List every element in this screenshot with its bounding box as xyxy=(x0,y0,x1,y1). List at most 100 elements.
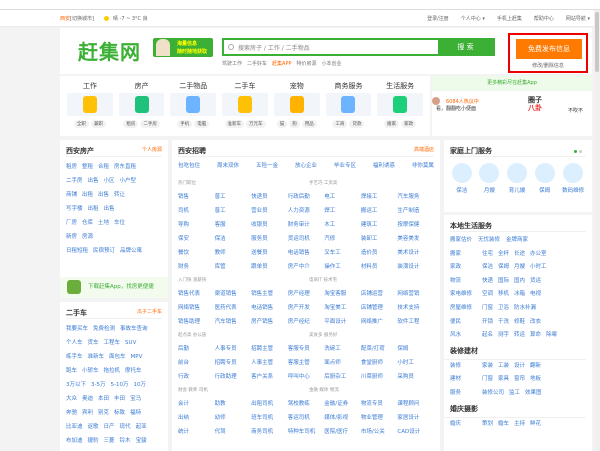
link[interactable]: 我要买车 xyxy=(66,326,88,332)
job-link[interactable]: 面点师 xyxy=(324,356,361,370)
link[interactable]: 出租 xyxy=(82,192,93,198)
job-link[interactable]: 汽车服务 xyxy=(397,190,434,204)
job-link[interactable]: 电工 xyxy=(324,190,361,204)
job-link[interactable]: 装潢设计 xyxy=(397,260,434,274)
link[interactable]: 小户型 xyxy=(120,178,137,184)
link[interactable]: MPV xyxy=(131,354,143,360)
service-category[interactable]: 建材 xyxy=(450,373,482,387)
link[interactable]: 布加迪 xyxy=(66,438,83,444)
link[interactable]: 别克 xyxy=(98,410,109,416)
job-link[interactable]: 淘宝客服 xyxy=(324,287,361,301)
job-link[interactable]: CAD设计 xyxy=(397,425,434,439)
job-link[interactable]: 房产经理 xyxy=(288,287,325,301)
job-link[interactable]: 电话销售 xyxy=(251,301,288,315)
link[interactable]: 转让 xyxy=(114,192,125,198)
job-link[interactable]: 医药代表 xyxy=(215,301,252,315)
job-link[interactable]: 平面设计 xyxy=(324,315,361,329)
link[interactable]: 仓库 xyxy=(82,220,93,226)
service-category[interactable]: 物流 xyxy=(450,275,482,289)
link[interactable]: 练手车 xyxy=(66,354,83,360)
service-link[interactable]: 货运 xyxy=(530,278,541,284)
service-link[interactable]: 保姆 xyxy=(498,264,509,270)
life-top-link[interactable]: 无忧装修 xyxy=(478,237,500,243)
service-link[interactable]: 住宅 xyxy=(482,251,493,257)
category-sub-link[interactable]: 兼职 xyxy=(90,120,106,128)
link[interactable]: 免费检测 xyxy=(93,326,115,332)
link[interactable]: 合租 xyxy=(98,164,109,170)
job-link[interactable]: 网络营销 xyxy=(397,287,434,301)
job-link[interactable]: 技术支持 xyxy=(397,301,434,315)
service-link[interactable]: 快递 xyxy=(482,278,493,284)
job-link[interactable]: 司机 xyxy=(178,204,215,218)
category-0[interactable]: 工作 全职 兼职 xyxy=(64,76,116,136)
category-sub-link[interactable]: 电脑 xyxy=(194,120,210,128)
link[interactable]: 标致 xyxy=(114,410,125,416)
category-icon-box[interactable] xyxy=(377,93,424,116)
job-link[interactable]: 配菜/打荷 xyxy=(361,342,398,356)
job-link[interactable]: 普工 xyxy=(215,190,252,204)
service-link[interactable]: 国际 xyxy=(498,278,509,284)
job-link[interactable]: 餐饮 xyxy=(178,246,215,260)
category-sub-link[interactable]: 家政 xyxy=(401,120,417,128)
service-link[interactable]: 策划 xyxy=(482,421,493,427)
news-text-2[interactable]: 不吹不 xyxy=(568,107,583,114)
job-link[interactable]: 电话销售 xyxy=(288,246,325,260)
job-link[interactable]: 客服专员 xyxy=(288,342,325,356)
category-sub-link[interactable]: 手机 xyxy=(177,120,193,128)
service-category[interactable]: 家政 xyxy=(450,261,482,275)
job-link[interactable]: 市场/公关 xyxy=(361,425,398,439)
link[interactable]: 商铺 xyxy=(66,192,77,198)
category-icon-box[interactable] xyxy=(118,93,165,116)
job-link[interactable]: 招聘主管 xyxy=(251,342,288,356)
hot-keyword-link[interactable]: 驾驶工作 xyxy=(222,61,242,67)
category-sub-link[interactable]: 贷款 xyxy=(349,120,365,128)
link[interactable]: 民宿预订 xyxy=(93,248,115,254)
scrollbar[interactable] xyxy=(594,10,600,451)
job-link[interactable]: 家居设计 xyxy=(397,411,434,425)
job-link[interactable]: 呼叫中心 xyxy=(288,370,325,384)
job-link[interactable]: 销售主管 xyxy=(251,287,288,301)
job-link[interactable]: 库管 xyxy=(215,260,252,274)
job-link[interactable]: 行政后勤 xyxy=(288,190,325,204)
link[interactable]: 宝马 xyxy=(130,396,141,402)
job-link[interactable]: 送餐员 xyxy=(251,246,288,260)
service-link[interactable]: 地板 xyxy=(530,376,541,382)
link[interactable]: 小轿车 xyxy=(82,368,99,374)
category-icon-box[interactable] xyxy=(170,93,217,116)
job-link[interactable]: 物业管理 xyxy=(361,411,398,425)
service-link[interactable]: 长途 xyxy=(514,251,525,257)
job-link[interactable]: 搬运工 xyxy=(361,204,398,218)
family-service-item[interactable]: 育儿嫂 xyxy=(506,163,527,194)
job-link[interactable]: 代驾 xyxy=(215,425,252,439)
job-tag-link[interactable]: 非你莫属 xyxy=(412,161,434,177)
service-link[interactable]: 主持 xyxy=(514,421,525,427)
link[interactable]: SUV xyxy=(125,340,136,346)
panel-link[interactable]: 高端酒店 xyxy=(414,146,434,153)
job-link[interactable]: 媒体/影视 xyxy=(324,411,361,425)
category-4[interactable]: 宠物猫狗用品 xyxy=(271,76,323,136)
link[interactable]: 品牌公寓 xyxy=(120,248,142,254)
job-link[interactable]: 采购员 xyxy=(397,370,434,384)
job-tag-link[interactable]: 放心企业 xyxy=(295,161,317,177)
search-input[interactable]: 搜索房子 / 工作 / 二手物品 xyxy=(238,43,310,52)
top-link[interactable]: 登录/注册 xyxy=(427,16,449,22)
service-link[interactable]: 全杯 xyxy=(498,251,509,257)
family-service-item[interactable]: 保洁 xyxy=(451,163,472,194)
life-top-link[interactable]: 搬家估价 xyxy=(450,237,472,243)
link[interactable]: 出售 xyxy=(98,192,109,198)
service-link[interactable]: 月嫂 xyxy=(514,264,525,270)
link[interactable]: 事故车查询 xyxy=(120,326,148,332)
category-title[interactable]: 商务服务 xyxy=(323,81,375,93)
job-link[interactable]: 人事专员 xyxy=(215,342,252,356)
service-link[interactable]: 空调 xyxy=(482,291,493,297)
service-category[interactable]: 婚庆 xyxy=(450,418,482,432)
link[interactable]: 土地 xyxy=(98,220,109,226)
job-link[interactable]: 渠道销售 xyxy=(215,287,252,301)
link[interactable]: 讴歌 xyxy=(88,424,99,430)
job-link[interactable]: 按摩保健 xyxy=(397,218,434,232)
service-link[interactable]: 起名 xyxy=(482,332,493,338)
service-link[interactable]: 卫浴 xyxy=(498,305,509,311)
job-link[interactable]: 销售 xyxy=(178,190,215,204)
service-link[interactable]: 改衣 xyxy=(530,319,541,325)
carousel-dots[interactable] xyxy=(572,148,582,155)
